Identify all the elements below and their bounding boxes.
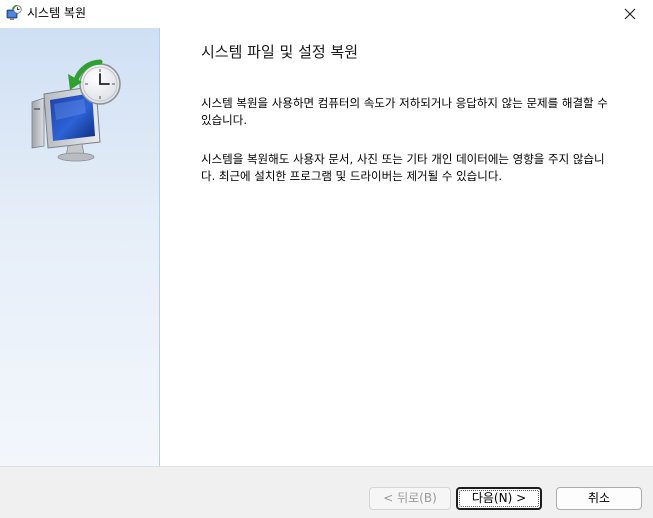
description-paragraph-1: 시스템 복원을 사용하면 컴퓨터의 속도가 저하되거나 응답하지 않는 문제를 … [201, 96, 608, 127]
page-heading: 시스템 파일 및 설정 복원 [201, 43, 359, 61]
back-button-label: < 뒤로(B) [383, 491, 437, 505]
content-area: 시스템 파일 및 설정 복원 시스템 복원을 사용하면 컴퓨터의 속도가 저하되… [160, 28, 653, 466]
system-restore-computer-icon [26, 58, 130, 162]
close-button[interactable] [607, 0, 653, 28]
side-banner [0, 28, 160, 466]
system-restore-icon [6, 4, 22, 21]
button-bar: < 뒤로(B) 다음(N) > 취소 [0, 466, 653, 518]
window-title: 시스템 복원 [27, 6, 87, 20]
cancel-button-label: 취소 [587, 491, 611, 505]
description-paragraph-2: 시스템을 복원해도 사용자 문서, 사진 또는 기타 개인 데이터에는 영향을 … [201, 152, 605, 183]
back-button[interactable]: < 뒤로(B) [369, 487, 451, 510]
next-button[interactable]: 다음(N) > [456, 487, 542, 510]
system-restore-window: 시스템 복원 시스템 파일 및 설정 복원 시스템 복원을 사용하면 컴퓨터의 … [0, 0, 653, 518]
next-button-label: 다음(N) > [471, 491, 527, 505]
title-bar: 시스템 복원 [0, 0, 653, 28]
close-icon [624, 8, 636, 20]
cancel-button[interactable]: 취소 [556, 487, 642, 510]
